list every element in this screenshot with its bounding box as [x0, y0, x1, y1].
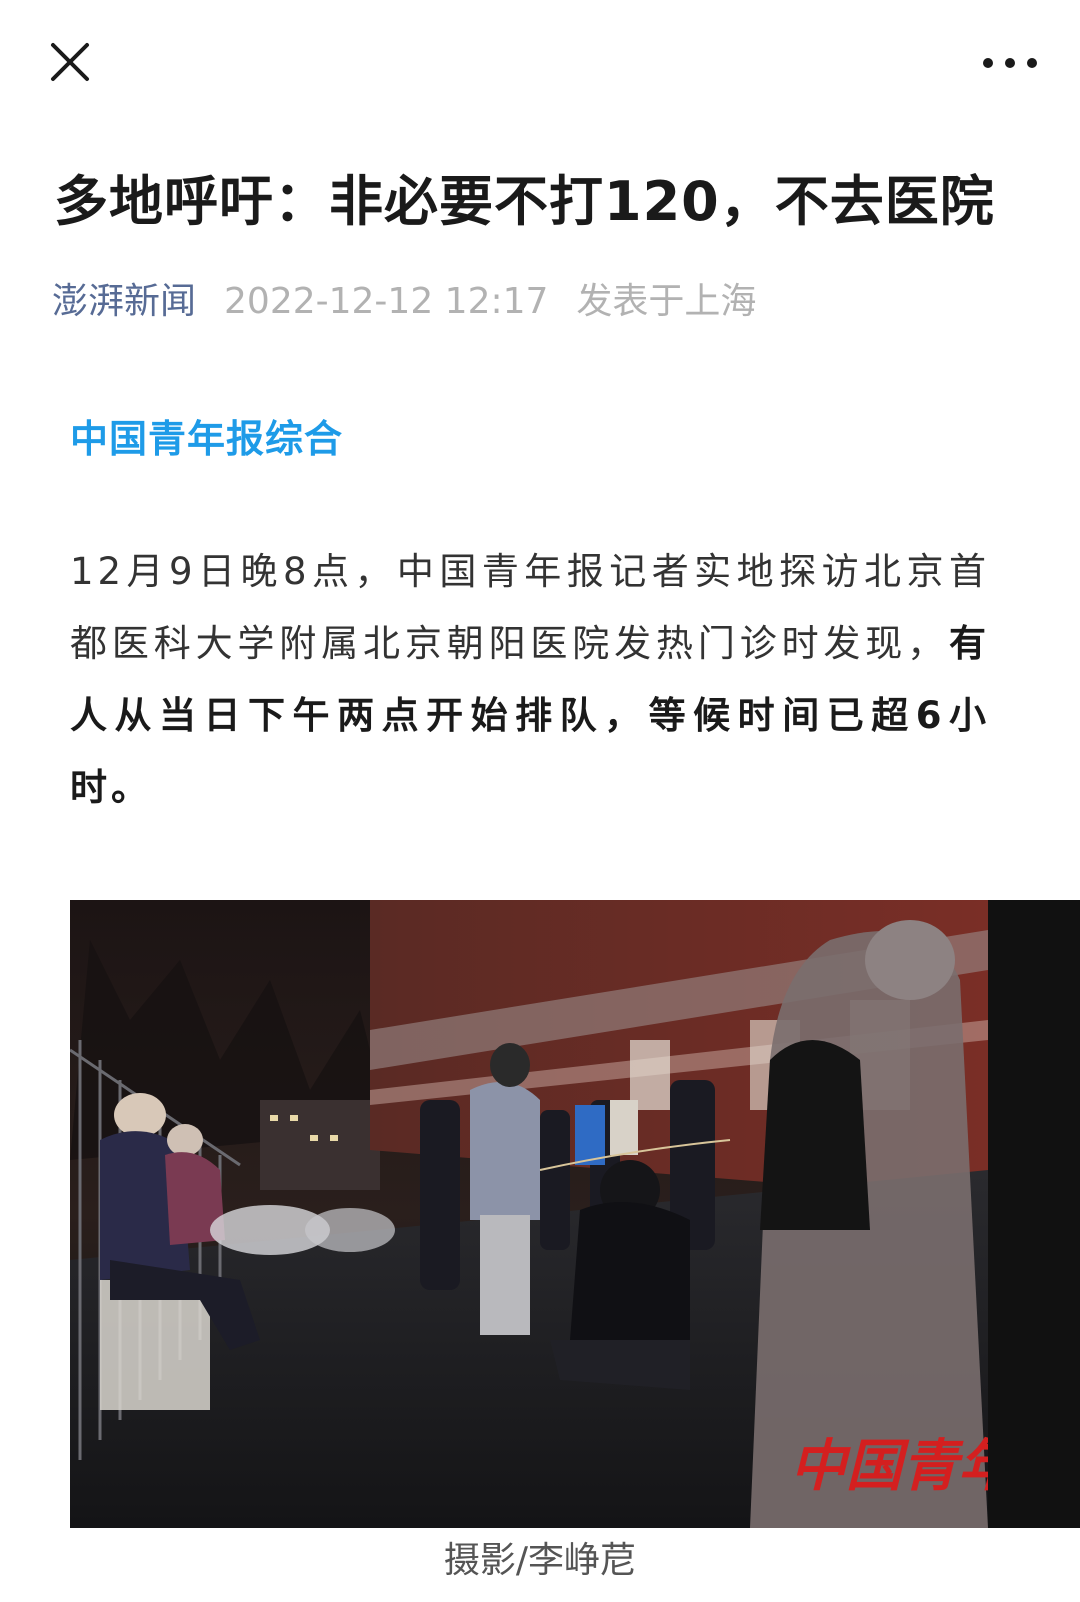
more-horizontal-icon[interactable]: [980, 48, 1040, 78]
source-account-link[interactable]: 澎湃新闻: [52, 281, 196, 322]
close-button[interactable]: [46, 38, 94, 86]
article-paragraph: 12月9日晚8点，中国青年报记者实地探访北京首都医科大学附属北京朝阳医院发热门诊…: [70, 536, 990, 824]
photo-watermark: 中国青年报: [790, 1436, 988, 1498]
article-photo[interactable]: 中国青年报: [70, 900, 1080, 1528]
publish-location: 发表于上海: [576, 281, 757, 322]
night-queue-photo: 中国青年报: [70, 900, 988, 1528]
publish-time: 2022-12-12 12:17: [224, 281, 549, 322]
article-title: 多地呼吁：非必要不打120，不去医院: [54, 170, 995, 233]
close-icon[interactable]: [46, 38, 94, 86]
photo-caption: 摄影/李峥苨: [443, 1540, 637, 1581]
more-button[interactable]: [980, 48, 1040, 78]
section-heading: 中国青年报综合: [70, 417, 344, 461]
article-meta: 澎湃新闻 2022-12-12 12:17 发表于上海: [52, 278, 756, 326]
paragraph-text: 12月9日晚8点，中国青年报记者实地探访北京首都医科大学附属北京朝阳医院发热门诊…: [70, 550, 990, 665]
top-bar: [0, 0, 1080, 130]
